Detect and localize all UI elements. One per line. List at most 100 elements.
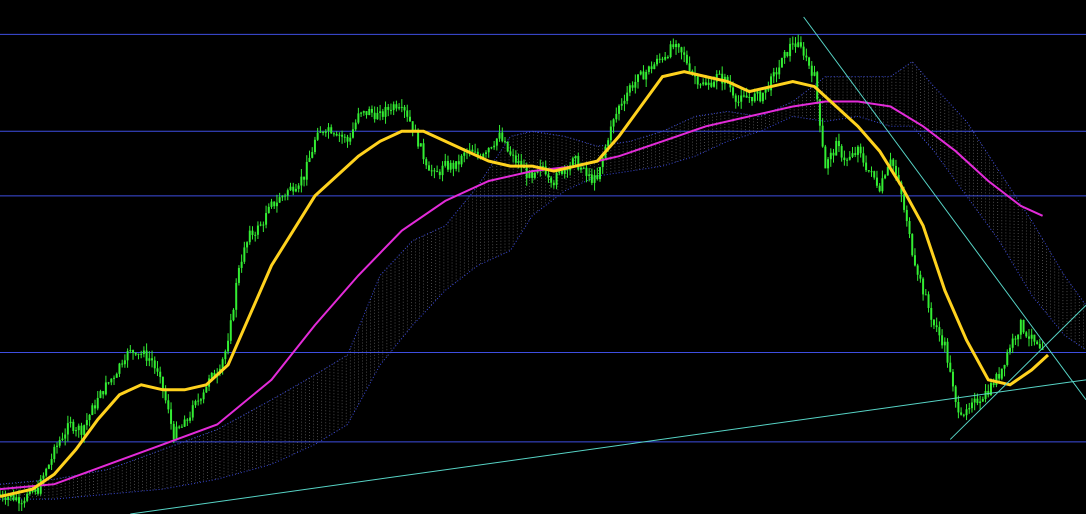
- candle-body: [449, 162, 452, 170]
- candle-body: [506, 141, 509, 152]
- price-chart[interactable]: [0, 0, 1086, 514]
- candle-body: [827, 159, 830, 169]
- candle-body: [389, 109, 392, 111]
- candle-body: [292, 186, 295, 192]
- candle-body: [859, 146, 862, 154]
- candle-body: [585, 167, 588, 176]
- candle-body: [740, 95, 743, 102]
- candle-body: [170, 409, 173, 424]
- candle-body: [365, 111, 368, 116]
- candle-body: [436, 171, 439, 173]
- candle-body: [713, 81, 716, 87]
- candle-body: [802, 46, 805, 56]
- candle-body: [373, 112, 376, 120]
- candle-body: [126, 351, 129, 361]
- candle-body: [64, 434, 67, 439]
- candle-body: [118, 363, 121, 374]
- candle-body: [1027, 336, 1030, 339]
- candle-body: [878, 185, 881, 192]
- candle-body: [425, 159, 428, 166]
- candle-body: [981, 398, 984, 402]
- candle-body: [984, 391, 987, 399]
- candle-body: [824, 146, 827, 169]
- candle-body: [395, 104, 398, 109]
- candle-body: [381, 111, 384, 117]
- candle-body: [656, 58, 659, 65]
- candle-body: [313, 139, 316, 153]
- candle-body: [623, 100, 626, 104]
- candle-body: [886, 167, 889, 176]
- candle-body: [411, 121, 414, 131]
- candle-body: [778, 67, 781, 75]
- candle-body: [159, 371, 162, 377]
- candle-body: [351, 129, 354, 138]
- candle-body: [327, 127, 330, 132]
- candle-body: [281, 196, 284, 198]
- candle-body: [237, 267, 240, 283]
- candle-body: [533, 172, 536, 178]
- candle-body: [753, 93, 756, 102]
- candle-body: [588, 174, 591, 176]
- candle-body: [696, 76, 699, 85]
- candle-body: [58, 439, 61, 446]
- candle-body: [941, 335, 944, 346]
- candle-body: [248, 230, 251, 243]
- candle-body: [626, 92, 629, 101]
- candle-body: [718, 73, 721, 75]
- candle-body: [772, 72, 775, 77]
- candle-body: [612, 119, 615, 127]
- candle-body: [799, 42, 802, 47]
- candle-body: [911, 234, 914, 256]
- candle-body: [227, 340, 230, 352]
- candle-body: [322, 131, 325, 133]
- candle-body: [596, 175, 599, 180]
- candle-body: [531, 171, 534, 178]
- candle-body: [457, 161, 460, 165]
- candle-body: [132, 350, 135, 353]
- candle-body: [265, 213, 268, 225]
- candle-body: [916, 265, 919, 275]
- candle-body: [789, 43, 792, 57]
- candle-body: [851, 153, 854, 157]
- candle-body: [1011, 338, 1014, 348]
- candle-body: [246, 242, 249, 248]
- candle-body: [145, 350, 148, 361]
- candle-body: [501, 132, 504, 142]
- candle-body: [77, 425, 80, 431]
- candle-body: [780, 57, 783, 68]
- candle-body: [18, 497, 21, 504]
- candle-body: [783, 51, 786, 58]
- candle-body: [151, 358, 154, 361]
- candle-body: [273, 201, 276, 207]
- candle-body: [514, 155, 517, 163]
- candle-body: [251, 230, 254, 235]
- candle-body: [992, 383, 995, 385]
- candle-body: [1014, 338, 1017, 340]
- candle-body: [1030, 334, 1033, 339]
- candle-body: [1036, 341, 1039, 345]
- candle-body: [1025, 332, 1028, 337]
- candle-body: [905, 209, 908, 222]
- candle-body: [805, 55, 808, 58]
- candle-body: [235, 282, 238, 310]
- candle-body: [427, 165, 430, 171]
- candle-body: [392, 104, 395, 111]
- candle-body: [80, 425, 83, 435]
- candle-body: [275, 202, 278, 207]
- candle-body: [810, 65, 813, 76]
- candle-body: [968, 408, 971, 410]
- candle-body: [1006, 352, 1009, 365]
- candle-body: [550, 177, 553, 183]
- candle-body: [1017, 334, 1020, 340]
- candle-body: [229, 320, 232, 341]
- candle-body: [970, 402, 973, 409]
- candle-body: [346, 136, 349, 142]
- candle-body: [422, 143, 425, 160]
- candle-body: [50, 459, 53, 465]
- candle-body: [72, 421, 75, 431]
- candle-body: [577, 155, 580, 170]
- candle-body: [791, 43, 794, 45]
- candle-body: [639, 71, 642, 75]
- candle-body: [924, 294, 927, 296]
- candle-body: [471, 149, 474, 152]
